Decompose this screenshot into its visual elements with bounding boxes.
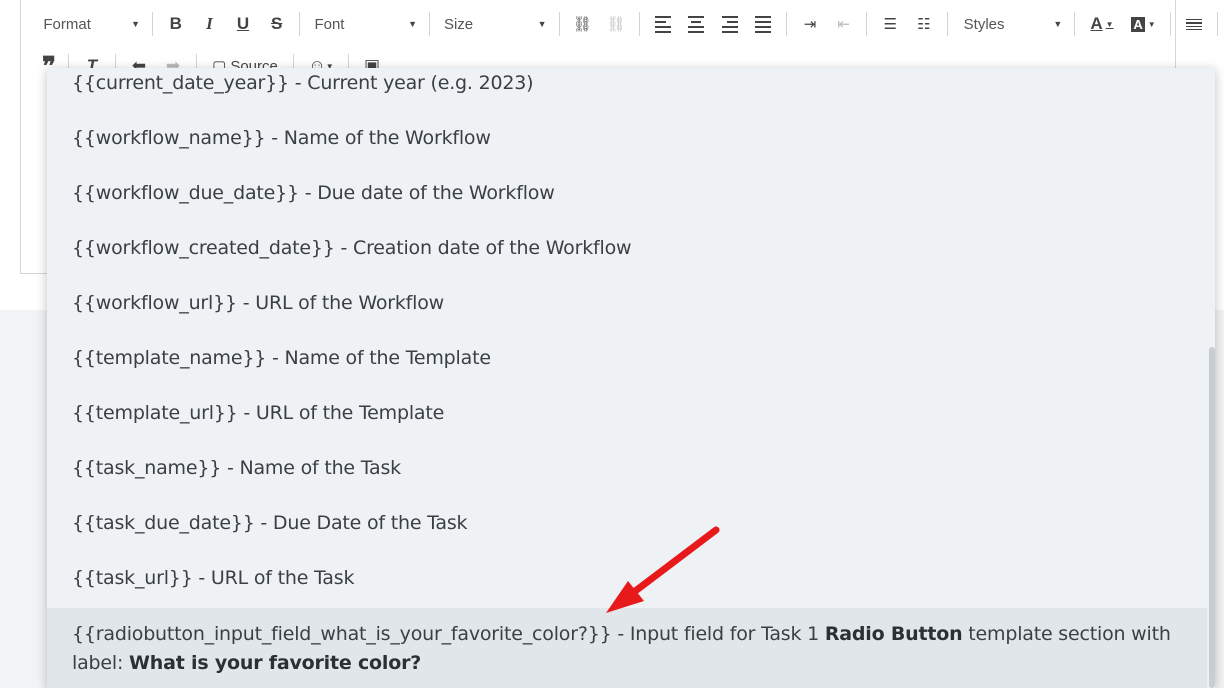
unlink-icon[interactable]: ⛓ [603,10,629,38]
outdent-icon[interactable]: ⇤ [831,10,857,38]
link-icon[interactable]: ⛓ [569,10,595,38]
variable-name: {{template_name}} [72,347,267,369]
toolbar-divider [1170,12,1172,36]
horizontal-line-icon[interactable] [1181,10,1207,38]
variable-description: - Creation date of the Workflow [334,237,632,259]
list-item[interactable]: {{template_url}} - URL of the Template [47,402,1207,424]
styles-dropdown-label: Styles [963,15,1005,33]
font-color-icon: A [1090,14,1103,33]
variable-name: {{workflow_due_date}} [72,182,299,204]
underline-button[interactable]: U [230,10,256,38]
list-item[interactable]: {{current_date_year}} - Current year (e.… [47,72,1207,94]
indent-icon[interactable]: ⇥ [797,10,823,38]
align-center-icon[interactable] [683,10,709,38]
background-color-icon: A [1131,16,1145,32]
bulleted-list-icon[interactable]: ☰ [877,10,903,38]
variable-description: - URL of the Workflow [236,292,444,314]
variable-name: {{workflow_name}} [72,127,266,149]
variable-name: {{workflow_created_date}} [72,237,335,259]
variable-description: - Due Date of the Task [254,512,468,534]
font-dropdown[interactable]: Font ▼ [306,10,423,38]
variable-description: - Name of the Template [266,347,491,369]
size-dropdown[interactable]: Size ▼ [436,10,553,38]
list-item[interactable]: {{task_name}} - Name of the Task [47,457,1207,479]
align-left-icon[interactable] [650,10,676,38]
toolbar-divider [428,12,430,36]
align-justify-icon[interactable] [751,10,777,38]
format-dropdown-label: Format [43,15,91,33]
strikethrough-button[interactable]: S [264,10,290,38]
chevron-down-icon: ▼ [131,19,140,29]
variable-name: {{template_url}} [72,402,238,424]
chevron-down-icon: ▼ [1053,19,1063,29]
variable-name: {{task_url}} [72,567,193,589]
variable-name: {{task_due_date}} [72,512,255,534]
list-item[interactable]: {{workflow_url}} - URL of the Workflow [47,292,1207,314]
variable-name: {{task_name}} [72,457,222,479]
background-color-button[interactable]: A ▼ [1127,10,1161,38]
format-dropdown[interactable]: Format ▼ [43,10,146,38]
toolbar-divider [638,12,640,36]
variable-name: {{current_date_year}} [72,72,289,94]
variable-name: {{radiobutton_input_field_what_is_your_f… [72,623,612,645]
variable-description: - URL of the Task [192,567,355,589]
toolbar-divider [558,12,560,36]
toolbar-divider [1216,12,1218,36]
toolbar-divider [946,12,948,36]
variable-description: - Due date of the Workflow [298,182,555,204]
chevron-down-icon: ▼ [537,19,547,29]
font-color-button[interactable]: A ▼ [1085,10,1119,38]
annotation-arrow-icon [606,526,720,613]
toolbar-divider [151,12,153,36]
variable-description: - URL of the Template [237,402,445,424]
list-item[interactable]: {{workflow_due_date}} - Due date of the … [47,182,1207,204]
list-item[interactable]: {{workflow_created_date}} - Creation dat… [47,237,1207,259]
editor-toolbar-row-1: Format ▼ B I U S Font ▼ Size ▼ ⛓ ⛓ ⇥ ⇤ ☰… [0,4,1224,44]
selected-list-item[interactable]: {{radiobutton_input_field_what_is_your_f… [47,608,1207,688]
toolbar-divider [1074,12,1076,36]
variable-name: {{workflow_url}} [72,292,237,314]
variable-description: - Current year (e.g. 2023) [288,72,534,94]
numbered-list-icon[interactable]: ☷ [911,10,937,38]
chevron-down-icon: ▼ [1105,19,1114,29]
italic-button[interactable]: I [197,10,223,38]
align-right-icon[interactable] [717,10,743,38]
variable-description: - Name of the Task [221,457,401,479]
chevron-down-icon: ▼ [408,19,417,29]
list-item[interactable]: {{template_name}} - Name of the Template [47,347,1207,369]
field-label: What is your favorite color? [129,652,422,674]
toolbar-divider [299,12,301,36]
bold-button[interactable]: B [163,10,189,38]
toolbar-divider [786,12,788,36]
variable-description: - Input field for Task 1 [611,623,825,645]
section-type: Radio Button [824,623,963,645]
list-item[interactable]: {{workflow_name}} - Name of the Workflow [47,127,1207,149]
dropdown-scrollbar[interactable] [1209,347,1215,688]
styles-dropdown[interactable]: Styles ▼ [954,10,1069,38]
toolbar-divider [866,12,868,36]
chevron-down-icon: ▼ [1147,19,1156,29]
variable-description: - Name of the Workflow [265,127,491,149]
size-dropdown-label: Size [443,15,474,33]
font-dropdown-label: Font [314,15,345,33]
